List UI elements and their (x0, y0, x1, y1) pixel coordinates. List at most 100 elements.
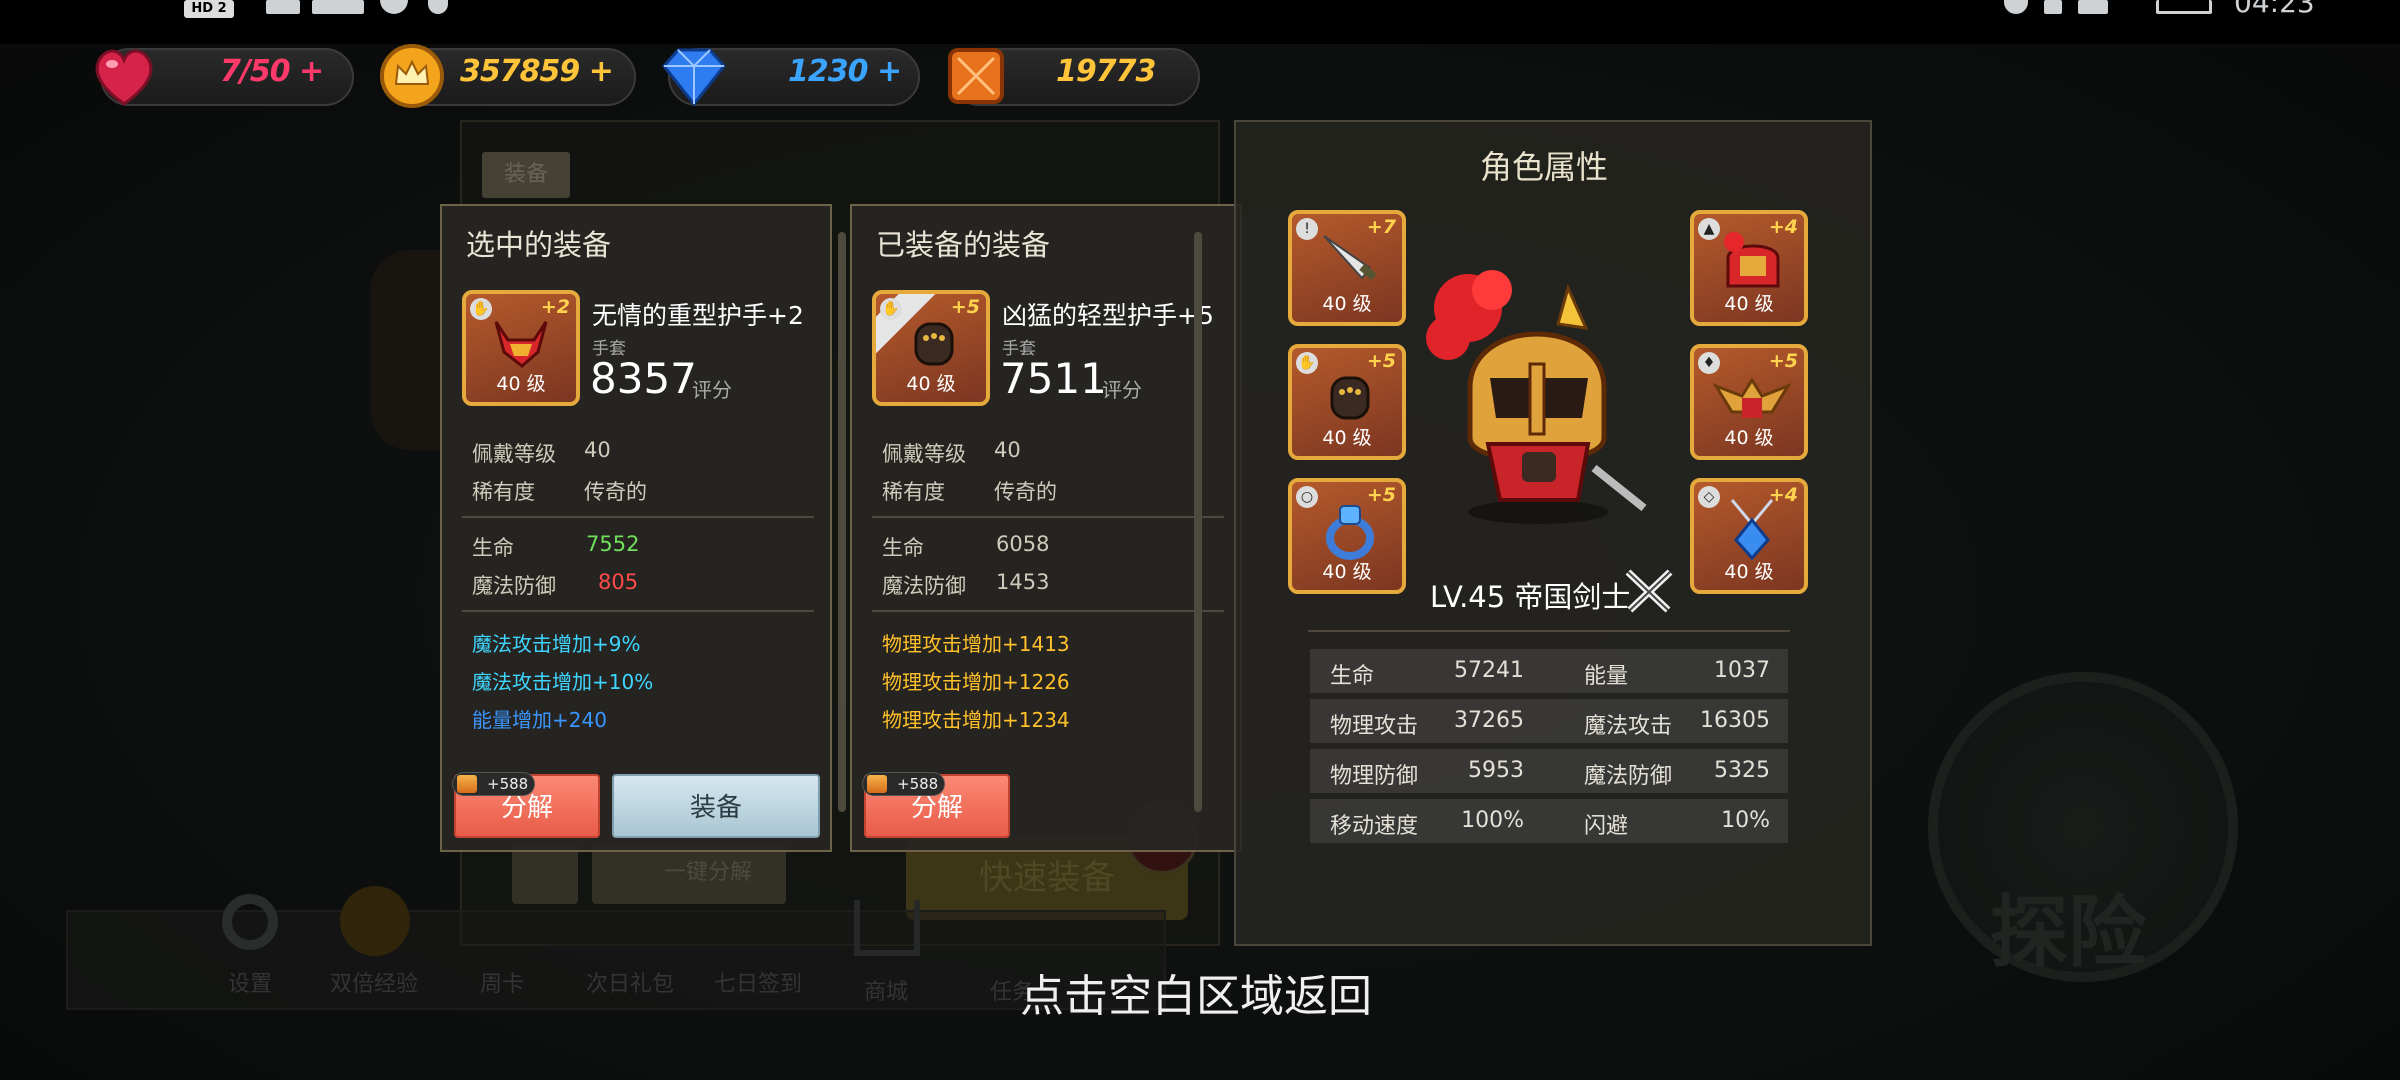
equipped-item-score: 7511 (1000, 354, 1107, 403)
attr-pdef-label: 物理防御 (1330, 764, 1419, 789)
orange-crystal-icon (948, 48, 1004, 104)
slot-level: 40 级 (1724, 427, 1774, 449)
attr-patk-label: 物理攻击 (1330, 714, 1419, 739)
selected-bonus: 能量增加+240 (472, 708, 607, 732)
equipped-equipment-title: 已装备的装备 (876, 228, 1051, 262)
weapon-slot[interactable]: ! +7 40 级 (1288, 210, 1406, 326)
attr-matk-value: 16305 (1700, 708, 1770, 733)
selected-stat-mdef-label: 魔法防御 (472, 574, 556, 598)
slot-level: 40 级 (1724, 561, 1774, 583)
selected-item-tile[interactable]: ✋ +2 40 级 (462, 290, 580, 406)
scrollbar[interactable] (1194, 232, 1202, 812)
attr-hp-label: 生命 (1330, 664, 1375, 689)
selected-stat-mdef-value: 805 (598, 570, 639, 594)
equipped-item-plus: +5 (950, 296, 980, 318)
equipped-wear-level: 40 (994, 438, 1021, 462)
clock: 04:23 (2234, 0, 2315, 19)
slot-level: 40 级 (1322, 427, 1372, 449)
character-level-name: LV.45 帝国剑士 (1430, 580, 1631, 614)
selected-stat-hp-value: 7552 (586, 532, 640, 556)
decompose-reward: +588 (862, 772, 946, 796)
selected-item-name: 无情的重型护手+2 (592, 301, 804, 330)
equipped-rarity: 传奇的 (994, 480, 1057, 504)
armor-slot[interactable]: ♦ +5 40 级 (1690, 344, 1808, 460)
divider (462, 610, 814, 612)
tap-to-return-hint[interactable]: 点击空白区域返回 (1020, 960, 1372, 1024)
slot-level: 40 级 (1322, 293, 1372, 315)
selected-item-level: 40 级 (496, 373, 546, 395)
character-avatar (1426, 270, 1647, 524)
equipped-item-tile[interactable]: ✋ +5 40 级 (872, 290, 990, 406)
gem-value: 1230 + (788, 54, 902, 89)
energy-value: 7/50 + (220, 54, 324, 89)
signal-icon-2 (312, 0, 364, 14)
helmet-slot[interactable]: ▲ +4 40 级 (1690, 210, 1808, 326)
selected-equipment-title: 选中的装备 (466, 228, 612, 262)
attr-matk-label: 魔法攻击 (1584, 714, 1673, 739)
slot-plus: +5 (1366, 350, 1396, 372)
gauntlet-icon (1330, 376, 1370, 420)
equip-button[interactable]: 装备 (612, 774, 820, 838)
selected-wear-level: 40 (584, 438, 611, 462)
bluetooth-icon (2004, 0, 2028, 14)
attr-hp-value: 57241 (1454, 658, 1524, 683)
gloves-slot[interactable]: ✋ +5 40 级 (1288, 344, 1406, 460)
amulet-icon (1730, 499, 1774, 561)
glove-slot-icon: ✋ (1296, 352, 1318, 374)
shoulder-armor-icon (1712, 377, 1792, 418)
attr-speed-value: 100% (1461, 808, 1524, 833)
helmet-slot-icon: ▲ (1698, 218, 1720, 240)
attr-energy-value: 1037 (1714, 658, 1770, 683)
signal-icon (266, 0, 300, 14)
selected-stat-hp-label: 生命 (472, 536, 514, 560)
attr-mdef-label: 魔法防御 (1584, 764, 1673, 789)
ring-slot-icon: ○ (1296, 486, 1318, 508)
equipped-rarity-label: 稀有度 (882, 480, 945, 504)
red-gauntlet-icon (494, 321, 548, 368)
mute-icon (2078, 0, 2108, 14)
selected-wear-level-label: 佩戴等级 (472, 442, 556, 466)
battery-icon (2156, 0, 2212, 14)
equipped-item-level: 40 级 (906, 373, 956, 395)
slot-level: 40 级 (1322, 561, 1372, 583)
selected-rarity-label: 稀有度 (472, 480, 535, 504)
equipped-score-label: 评分 (1102, 378, 1142, 402)
dark-gauntlet-icon (914, 322, 954, 366)
material-value: 19773 (1056, 54, 1156, 89)
alarm-icon (380, 0, 408, 14)
equipped-stat-hp-value: 6058 (996, 532, 1050, 556)
vibrate-icon (2044, 0, 2062, 14)
scrollbar[interactable] (838, 232, 846, 812)
ring-slot[interactable]: ○ +5 40 级 (1288, 478, 1406, 594)
orange-crystal-icon (867, 775, 887, 793)
heart-icon (95, 49, 153, 106)
amulet-slot[interactable]: ◇ +4 40 级 (1690, 478, 1808, 594)
selected-bonus: 魔法攻击增加+10% (472, 670, 654, 694)
location-icon (428, 0, 448, 14)
divider (872, 610, 1224, 612)
divider (462, 516, 814, 518)
attr-pdef-value: 5953 (1468, 758, 1524, 783)
equipped-equipment-panel: 已装备的装备 ✋ +5 40 级 凶猛的轻型护手+5 手套 7511 评分 佩戴… (850, 204, 1242, 852)
selected-equipment-panel: 选中的装备 ✋ +2 40 级 无情的重型护手+2 手套 8357 评分 佩戴等… (440, 204, 832, 852)
selected-bonus: 魔法攻击增加+9% (472, 632, 641, 656)
attr-mdef-value: 5325 (1714, 758, 1770, 783)
slot-level: 40 级 (1724, 293, 1774, 315)
crossed-swords-icon (1625, 569, 1673, 613)
status-bar: HD 2 04:23 (0, 0, 2400, 44)
crown-coin-icon (380, 44, 444, 108)
equipped-wear-level-label: 佩戴等级 (882, 442, 966, 466)
glove-slot-icon: ✋ (880, 298, 902, 320)
helmet-icon (1724, 232, 1780, 288)
equipped-stat-mdef-label: 魔法防御 (882, 574, 966, 598)
equipped-bonus: 物理攻击增加+1413 (882, 632, 1070, 656)
selected-score-label: 评分 (692, 378, 732, 402)
attr-dodge-label: 闪避 (1584, 814, 1629, 839)
selected-rarity: 传奇的 (584, 480, 647, 504)
attr-speed-label: 移动速度 (1330, 814, 1419, 839)
equipped-stat-mdef-value: 1453 (996, 570, 1050, 594)
ring-icon (1326, 505, 1374, 560)
equipped-stat-hp-label: 生命 (882, 536, 924, 560)
gold-value: 357859 + (460, 54, 614, 89)
amulet-slot-icon: ◇ (1698, 486, 1720, 508)
